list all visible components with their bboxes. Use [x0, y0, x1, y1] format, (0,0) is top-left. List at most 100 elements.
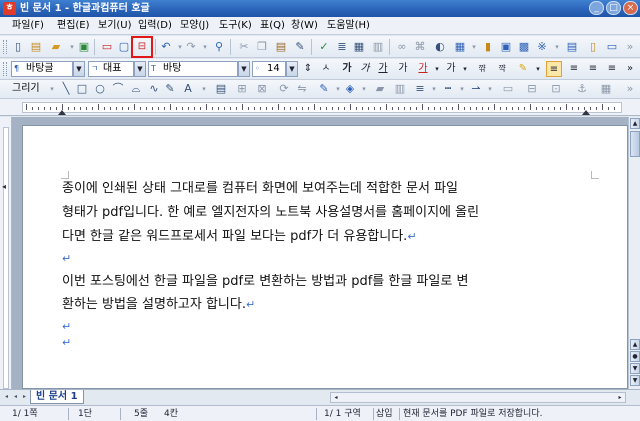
style-icon[interactable]: ▥ [370, 39, 386, 55]
arc-icon[interactable]: ⌒ [110, 81, 126, 97]
menu-table[interactable]: 표(Q) [260, 19, 285, 33]
scroll-up-button[interactable]: ▲ [630, 118, 640, 129]
chart-icon[interactable]: ▮ [480, 39, 496, 55]
print-icon[interactable]: ▭ [99, 39, 115, 55]
tab-first-icon[interactable]: ◂ [2, 392, 11, 402]
curve-icon[interactable]: ∿ [146, 81, 162, 97]
menu-help[interactable]: 도움말(H) [327, 19, 370, 33]
language-dropdown-button[interactable]: ▼ [134, 61, 146, 77]
maximize-button[interactable]: □ [606, 1, 621, 15]
columns-icon[interactable]: ▤ [564, 39, 580, 55]
align-justify-icon[interactable]: ≡ [546, 61, 562, 77]
picture-icon[interactable]: ▣ [498, 39, 514, 55]
align-objects-icon[interactable]: ▭ [500, 81, 516, 97]
menu-insert[interactable]: 입력(D) [138, 19, 172, 33]
menu-view[interactable]: 보기(U) [98, 19, 132, 33]
empty-paragraph-mark[interactable]: ↵ [62, 336, 71, 349]
size-stepper-icon[interactable]: ⇕ [300, 61, 316, 77]
cut-icon[interactable]: ✂ [236, 39, 252, 55]
rotate-icon[interactable]: ⟳ [276, 81, 292, 97]
scroll-right-button[interactable]: ▸ [615, 393, 625, 402]
textbox-icon[interactable]: A [180, 81, 196, 97]
format-copy-icon[interactable]: ✎ [292, 39, 308, 55]
symbol-icon[interactable]: ※ [534, 39, 550, 55]
menu-tools[interactable]: 도구(K) [219, 19, 252, 33]
status-section[interactable]: 1/ 1 구역 [324, 408, 361, 420]
line-icon[interactable]: ╲ [58, 81, 74, 97]
align-center-icon[interactable]: ≡ [604, 61, 620, 77]
print-preview-icon[interactable]: ▢ [116, 39, 132, 55]
char-shape-icon[interactable]: ≣ [334, 39, 350, 55]
ellipse-icon[interactable]: ○ [92, 81, 108, 97]
align-right-icon[interactable]: ≡ [585, 61, 601, 77]
paragraph-1-line-2[interactable]: 형태가 pdf입니다. 한 예로 엘지전자의 노트북 사용설명서를 홈페이지에 … [62, 201, 586, 225]
distribute-icon[interactable]: ⊟ [524, 81, 540, 97]
size-select[interactable]: ◦ 14 [252, 61, 286, 77]
header-footer-icon[interactable]: ▭ [604, 39, 620, 55]
polygon-icon[interactable]: ⌓ [128, 81, 144, 97]
rectangle-icon[interactable]: □ [74, 81, 90, 97]
anchor-icon[interactable]: ⚓ [574, 81, 590, 97]
save-icon[interactable]: ▣ [76, 39, 92, 55]
paragraph-1-line-3[interactable]: 다면 한글 같은 워드프로세서 파일 보다는 pdf가 더 유용합니다.↵ [62, 225, 586, 249]
object-props-icon[interactable]: ▦ [598, 81, 614, 97]
menu-window[interactable]: 창(W) [291, 19, 318, 33]
select-browse-button[interactable]: ● [630, 351, 640, 362]
arrow-dropdown-icon[interactable]: ▾ [482, 81, 498, 97]
superscript-icon[interactable]: 꺆 [474, 61, 490, 77]
shape-dropdown-icon[interactable]: ▾ [196, 81, 212, 97]
wrap-icon[interactable]: ⊡ [548, 81, 564, 97]
format-more-icon[interactable]: » [622, 61, 638, 77]
object-select-icon[interactable]: ▤ [213, 81, 229, 97]
font-bigger-icon[interactable]: ㅅ [318, 61, 334, 77]
italic-icon[interactable]: 가 [357, 61, 373, 77]
page-setup-icon[interactable]: ▯ [585, 39, 601, 55]
spell-icon[interactable]: ✓ [316, 39, 332, 55]
tab-document-1[interactable]: 빈 문서 1 [30, 390, 84, 404]
find-icon[interactable]: ⚲ [211, 39, 227, 55]
align-left-icon[interactable]: ≡ [566, 61, 582, 77]
app-icon[interactable]: ㅎ [3, 2, 16, 15]
toolbar-grip[interactable] [3, 40, 7, 54]
style-select[interactable]: ¶ 바탕글 [11, 61, 73, 77]
empty-paragraph-mark[interactable]: ↵ [62, 320, 71, 333]
strikethrough-icon[interactable]: 가 [395, 61, 411, 77]
para-shape-icon[interactable]: ▦ [351, 39, 367, 55]
menu-format[interactable]: 모양(J) [180, 19, 209, 33]
tab-next-icon[interactable]: ▸ [20, 392, 29, 402]
vertical-scrollbar[interactable]: ▲ ▲ ● ▼ ▼ [628, 117, 640, 389]
font-dropdown-button[interactable]: ▼ [238, 61, 250, 77]
scroll-thumb[interactable] [630, 131, 640, 157]
document-page[interactable] [22, 125, 628, 389]
horizontal-scrollbar[interactable]: ◂ ▸ [330, 392, 626, 403]
hyperlink-icon[interactable]: ∞ [394, 39, 410, 55]
open-icon[interactable]: ▰ [48, 39, 64, 55]
horizontal-ruler[interactable] [0, 99, 640, 116]
close-button[interactable]: × [623, 1, 638, 15]
highlight-icon[interactable]: ✎ [515, 61, 531, 77]
vertical-ruler-marker[interactable]: ◂ [2, 182, 6, 191]
menu-file[interactable]: 파일(F) [12, 19, 44, 33]
page-down-button[interactable]: ▼ [630, 363, 640, 374]
open-template-icon[interactable]: ▤ [28, 39, 44, 55]
font-select[interactable]: T 바탕 [148, 61, 238, 77]
toolbar-more-icon[interactable]: » [622, 39, 638, 55]
group-icon[interactable]: ⊞ [234, 81, 250, 97]
symbol-dropdown-icon[interactable]: ▾ [549, 39, 565, 55]
paragraph-1-line-1[interactable]: 종이에 인쇄된 상태 그대로를 컴퓨터 화면에 보여주는데 적합한 문서 파일 [62, 177, 586, 201]
paragraph-2-line-2[interactable]: 환하는 방법을 설명하고자 합니다.↵ [62, 293, 586, 317]
page-up-button[interactable]: ▲ [630, 339, 640, 350]
flip-icon[interactable]: ⇋ [294, 81, 310, 97]
fill-color-dropdown-icon[interactable]: ▾ [356, 81, 372, 97]
style-dropdown-button[interactable]: ▼ [73, 61, 85, 77]
status-column[interactable]: 1단 [78, 408, 92, 420]
paste-icon[interactable]: ▤ [273, 39, 289, 55]
size-dropdown-button[interactable]: ▼ [286, 61, 298, 77]
scroll-left-button[interactable]: ◂ [331, 393, 341, 402]
shape-icon[interactable]: ◐ [432, 39, 448, 55]
draw-object-icon[interactable]: ▩ [516, 39, 532, 55]
copy-icon[interactable]: ❐ [254, 39, 270, 55]
status-page[interactable]: 1/ 1쪽 [12, 408, 38, 420]
title-bar[interactable]: ㅎ 빈 문서 1 - 한글과컴퓨터 호글 _ □ × [0, 0, 640, 17]
new-doc-icon[interactable]: ▯ [10, 39, 26, 55]
